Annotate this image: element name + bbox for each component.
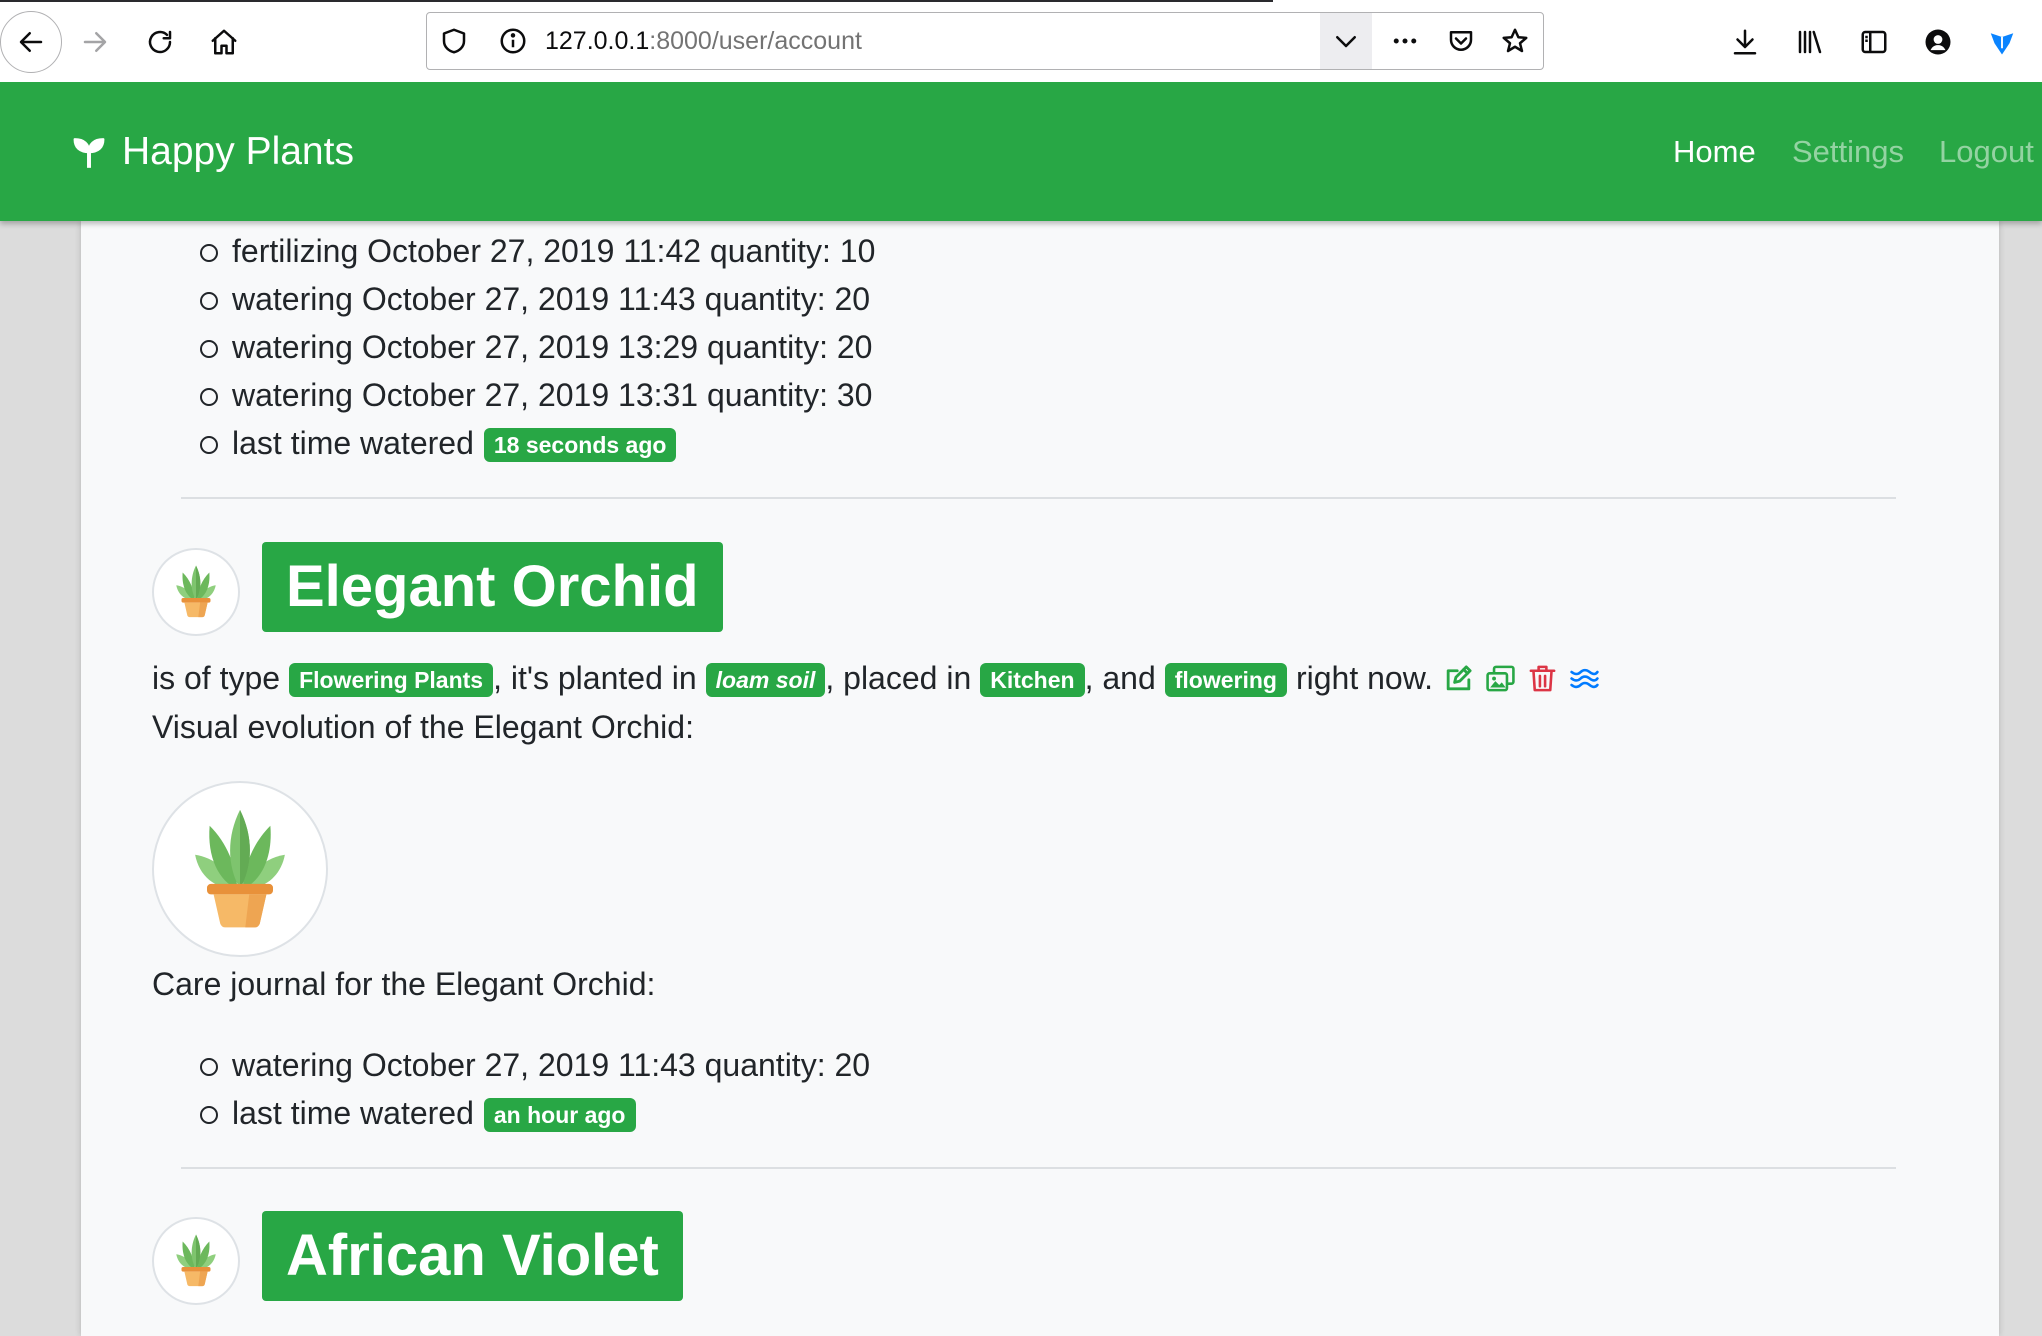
plant-evolution-image (152, 781, 328, 957)
download-icon[interactable] (1730, 27, 1760, 57)
water-icon (1570, 668, 1599, 689)
last-watered-badge: an hour ago (483, 1098, 636, 1132)
edit-icon (1446, 665, 1472, 691)
tab-strip-edge (0, 0, 1273, 2)
plant-list-panel: fertilizing October 27, 2019 11:42 quant… (81, 221, 1999, 1336)
care-journal-list: fertilizing October 27, 2019 11:42 quant… (200, 227, 875, 467)
potted-plant-icon (167, 1231, 225, 1289)
last-watered-entry: last time watered an hour ago (200, 1089, 870, 1137)
journal-entry: watering October 27, 2019 11:43 quantity… (200, 275, 875, 323)
nav-link-settings[interactable]: Settings (1792, 82, 1904, 221)
plant-description: is of type Flowering Plants, it's planted… (152, 654, 1600, 702)
url-path: :8000/user/account (649, 27, 862, 55)
journal-entry: watering October 27, 2019 11:43 quantity… (200, 1041, 870, 1089)
care-journal-list: watering October 27, 2019 11:43 quantity… (200, 1041, 870, 1137)
state-prefix: , and (1084, 660, 1156, 696)
potted-plant-icon (167, 562, 225, 620)
last-watered-label: last time watered (232, 1095, 474, 1131)
last-watered-badge: 18 seconds ago (483, 428, 677, 462)
plant-avatar (152, 548, 240, 636)
more-icon[interactable] (1390, 26, 1420, 56)
extension-icon[interactable] (1987, 27, 2017, 57)
images-icon (1486, 665, 1515, 692)
url-bar[interactable]: 127.0.0.1:8000/user/account (426, 12, 1544, 70)
location-badge: Kitchen (980, 663, 1085, 697)
library-icon[interactable] (1795, 27, 1825, 57)
type-prefix: is of type (152, 660, 281, 696)
nav-link-home[interactable]: Home (1673, 82, 1756, 221)
plant-type-badge: Flowering Plants (289, 663, 494, 697)
info-icon[interactable] (498, 26, 528, 56)
browser-toolbar: 127.0.0.1:8000/user/account (0, 0, 2042, 82)
plant-images-button[interactable] (1485, 663, 1516, 694)
navbar: Happy Plants Home Settings Logout (0, 82, 2042, 221)
sidebar-icon[interactable] (1859, 27, 1889, 57)
evolution-label: Visual evolution of the Elegant Orchid: (152, 709, 694, 745)
delete-plant-button[interactable] (1527, 663, 1558, 694)
brand-name[interactable]: Happy Plants (122, 82, 354, 221)
description-suffix: right now. (1295, 660, 1433, 696)
journal-entry: watering October 27, 2019 13:29 quantity… (200, 323, 875, 371)
water-plant-button[interactable] (1569, 663, 1600, 694)
soil-prefix: , it's planted in (493, 660, 697, 696)
location-prefix: , placed in (825, 660, 972, 696)
journal-entry: fertilizing October 27, 2019 11:42 quant… (200, 227, 875, 275)
star-icon[interactable] (1500, 26, 1530, 56)
trash-icon (1529, 665, 1556, 692)
url-text[interactable]: 127.0.0.1:8000/user/account (545, 13, 862, 69)
chevron-down-icon (1336, 36, 1356, 48)
potted-plant-icon (174, 802, 306, 934)
back-icon (19, 32, 43, 52)
url-host: 127.0.0.1 (545, 27, 650, 55)
home-icon[interactable] (209, 27, 239, 57)
divider (181, 497, 1896, 499)
divider (181, 1167, 1896, 1169)
plant-name-title: African Violet (262, 1211, 683, 1301)
last-watered-entry: last time watered 18 seconds ago (200, 419, 875, 467)
url-dropdown-button[interactable] (1320, 13, 1372, 69)
seedling-icon[interactable] (70, 133, 108, 171)
pocket-icon[interactable] (1446, 26, 1476, 56)
nav-link-logout[interactable]: Logout (1939, 82, 2034, 221)
back-button[interactable] (0, 11, 62, 73)
state-badge: flowering (1164, 663, 1287, 697)
journal-label: Care journal for the Elegant Orchid: (152, 966, 656, 1002)
plant-avatar (152, 1217, 240, 1305)
plant-name-title: Elegant Orchid (262, 542, 723, 632)
edit-plant-button[interactable] (1443, 663, 1474, 694)
journal-entry: watering October 27, 2019 13:31 quantity… (200, 371, 875, 419)
account-icon[interactable] (1923, 27, 1953, 57)
soil-badge: loam soil (705, 663, 826, 697)
shield-icon[interactable] (439, 26, 469, 56)
reload-icon[interactable] (145, 27, 175, 57)
last-watered-label: last time watered (232, 425, 474, 461)
forward-icon[interactable] (80, 27, 110, 57)
